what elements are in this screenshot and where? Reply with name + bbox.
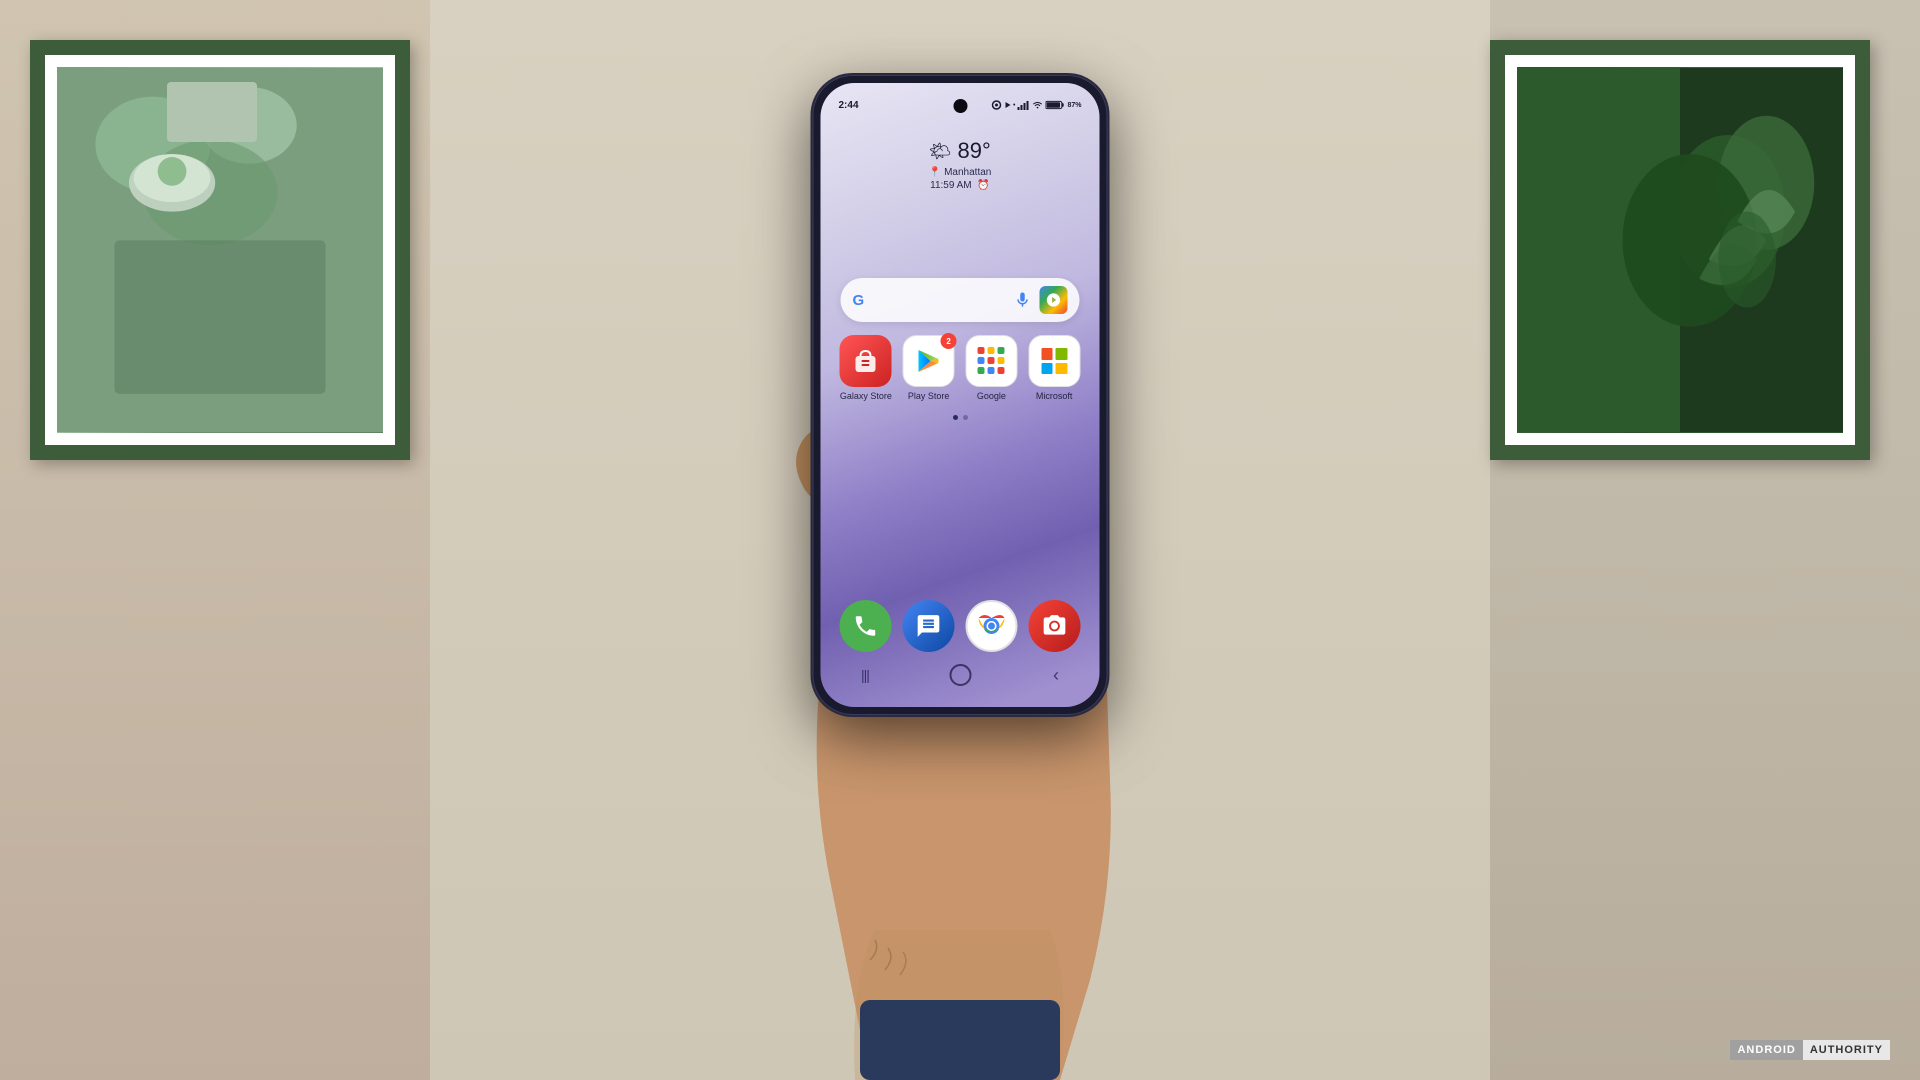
camera-app-icon (1028, 600, 1080, 652)
weather-temp-display: 🌤 89° (929, 138, 992, 164)
microsoft-grid (1041, 348, 1067, 374)
microsoft-icon-container (1028, 335, 1080, 387)
camera-svg-icon (1041, 613, 1067, 639)
google-dot-4 (977, 357, 984, 364)
signal-icon (1017, 100, 1029, 110)
battery-icon (1045, 100, 1065, 110)
status-time: 2:44 (839, 100, 859, 111)
chrome-app-icon (965, 600, 1017, 652)
watermark-android: ANDROID (1730, 1040, 1802, 1060)
phone-app-icon (840, 600, 892, 652)
galaxy-store-icon (840, 335, 892, 387)
app-item-galaxy-store[interactable]: Galaxy Store (839, 335, 894, 401)
ms-square-blue (1041, 363, 1053, 375)
app-item-microsoft[interactable]: Microsoft (1027, 335, 1082, 401)
dot-icon: • (1013, 102, 1015, 109)
phone-device: 2:44 • (813, 75, 1108, 715)
chrome-svg-icon (976, 611, 1006, 641)
phone-screen: 2:44 • (821, 83, 1100, 707)
page-dot-1 (963, 415, 968, 420)
page-dot-active (953, 415, 958, 420)
dock-item-camera[interactable] (1027, 600, 1082, 652)
google-apps-dots (977, 347, 1005, 375)
alarm-icon: ⏰ (977, 180, 989, 191)
play-icon (1003, 101, 1011, 109)
ms-square-yellow (1056, 363, 1068, 375)
app-item-google[interactable]: Google (964, 335, 1019, 401)
google-dot-1 (977, 347, 984, 354)
google-dot-2 (987, 347, 994, 354)
play-store-svg (914, 346, 944, 376)
microphone-icon[interactable] (1014, 291, 1032, 309)
wall-frame-left (30, 40, 410, 460)
recent-apps-button[interactable]: ||| (861, 667, 869, 683)
google-dot-5 (987, 357, 994, 364)
google-label: Google (977, 391, 1006, 401)
galaxy-store-label: Galaxy Store (840, 391, 892, 401)
weather-widget: 🌤 89° 📍 Manhattan 11:59 AM ⏰ (929, 138, 992, 191)
play-store-badge: 2 (941, 333, 957, 349)
frame-left-photo (57, 67, 383, 433)
google-dot-3 (997, 347, 1004, 354)
weather-time: 11:59 AM ⏰ (929, 180, 992, 191)
play-store-icon-container: 2 (903, 335, 955, 387)
ms-square-green (1056, 348, 1068, 360)
wall-frame-right (1490, 40, 1870, 460)
page-dots (953, 415, 968, 420)
back-button[interactable]: ‹ (1053, 665, 1059, 686)
dock (839, 600, 1082, 652)
dock-item-phone[interactable] (839, 600, 894, 652)
watermark: ANDROID AUTHORITY (1730, 1040, 1890, 1060)
phone-svg-icon (853, 613, 879, 639)
weather-icon: 🌤 (929, 141, 952, 162)
dock-item-chrome[interactable] (964, 600, 1019, 652)
location-pin-icon: 📍 (929, 167, 941, 178)
ms-square-red (1041, 348, 1053, 360)
google-dot-9 (997, 367, 1004, 374)
messages-svg-icon (916, 613, 942, 639)
google-dot-8 (987, 367, 994, 374)
temperature: 89° (958, 138, 991, 164)
status-icons: • (991, 100, 1081, 110)
location-name: Manhattan (944, 167, 991, 178)
home-button[interactable] (950, 664, 972, 686)
battery-percent: 87% (1067, 102, 1081, 109)
play-store-label: Play Store (908, 391, 950, 401)
app-grid: Galaxy Store 2 (839, 335, 1082, 401)
google-lens-icon[interactable] (1040, 286, 1068, 314)
frame-right-photo (1517, 67, 1843, 433)
frame-left-inner (45, 55, 395, 445)
navigation-bar: ||| ‹ (821, 655, 1100, 695)
google-g-logo: G (853, 292, 865, 309)
camera-cutout (953, 99, 967, 113)
settings-icon (991, 100, 1001, 110)
messages-app-icon (903, 600, 955, 652)
dock-item-messages[interactable] (901, 600, 956, 652)
google-icon-container (965, 335, 1017, 387)
frame-right-inner (1505, 55, 1855, 445)
google-dot-6 (997, 357, 1004, 364)
hand-container: 2:44 • (710, 0, 1210, 1080)
microsoft-label: Microsoft (1036, 391, 1073, 401)
watermark-authority: AUTHORITY (1803, 1040, 1890, 1060)
weather-location: 📍 Manhattan (929, 167, 992, 178)
galaxy-store-svg (851, 346, 881, 376)
google-dot-7 (977, 367, 984, 374)
search-bar[interactable]: G (841, 278, 1080, 322)
app-item-play-store[interactable]: 2 (901, 335, 956, 401)
wifi-icon (1031, 100, 1043, 110)
